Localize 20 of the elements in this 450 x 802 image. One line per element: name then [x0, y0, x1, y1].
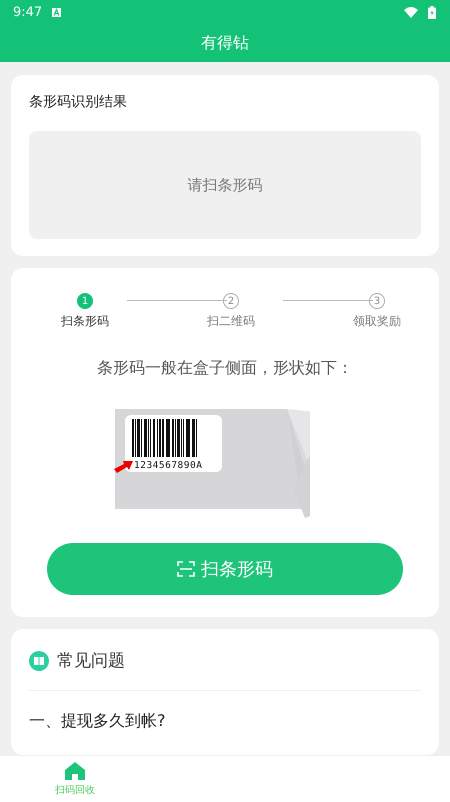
book-icon	[29, 650, 49, 670]
card-title: 条形码识别结果	[29, 93, 128, 111]
step-indicator: 3	[369, 293, 385, 309]
app-title: 有得钻	[200, 32, 250, 54]
faq-question[interactable]: 一、提现多久到帐?	[29, 711, 421, 732]
faq-title: 常见问题	[57, 650, 125, 672]
scan-barcode-button[interactable]: 扫条形码	[47, 543, 403, 595]
result-field: 请扫条形码	[29, 131, 421, 239]
notification-icon	[52, 8, 62, 16]
step-label: 扫条形码	[61, 313, 109, 330]
battery-icon	[428, 6, 436, 18]
instruction-text: 条形码一般在盒子侧面，形状如下：	[97, 358, 353, 379]
step-indicator: 1	[77, 293, 93, 309]
step-label: 领取奖励	[353, 313, 401, 330]
status-time: 9:47	[13, 4, 42, 20]
step-indicator: 2	[223, 293, 239, 309]
wifi-icon	[404, 6, 418, 18]
step-label: 扫二维码	[207, 313, 255, 330]
scan-icon	[177, 561, 195, 577]
home-icon	[65, 762, 85, 780]
